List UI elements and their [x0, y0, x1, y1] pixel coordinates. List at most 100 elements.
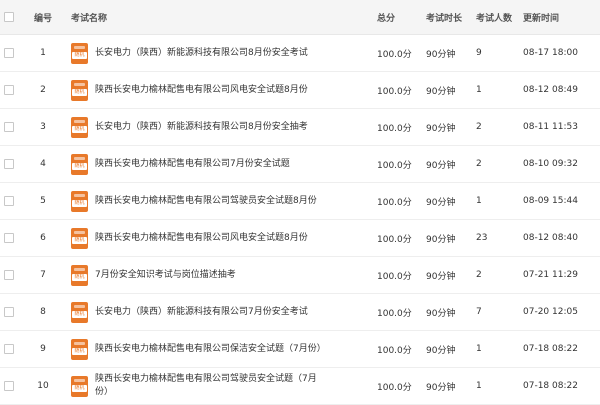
row-checkbox-cell — [0, 146, 18, 182]
row-checkbox-cell — [0, 109, 18, 145]
exam-paper-icon: 随机 — [71, 190, 88, 212]
row-score: 100.0分 — [377, 49, 412, 60]
row-name-cell: 随机 长安电力（陕西）新能源科技有限公司8月份安全考试 — [71, 35, 371, 71]
row-name-cell: 随机 陕西长安电力榆林配售电有限公司7月份安全试题 — [71, 146, 371, 182]
table-row[interactable]: 2 随机 陕西长安电力榆林配售电有限公司风电安全试题8月份 100.0分 90分钟 1 08… — [0, 72, 600, 109]
row-checkbox[interactable] — [4, 85, 14, 95]
row-checkbox[interactable] — [4, 48, 14, 58]
row-checkbox-cell — [0, 220, 18, 256]
table-row[interactable]: 1 随机 长安电力（陕西）新能源科技有限公司8月份安全考试 100.0分 90分钟 9 08… — [0, 35, 600, 72]
random-badge-label: 随机 — [72, 125, 87, 133]
exam-name-link[interactable]: 长安电力（陕西）新能源科技有限公司7月份安全考试 — [95, 306, 308, 319]
row-index: 6 — [40, 233, 46, 243]
exam-name-link[interactable]: 陕西长安电力榆林配售电有限公司风电安全试题8月份 — [95, 84, 308, 97]
exam-name-link[interactable]: 长安电力（陕西）新能源科技有限公司8月份安全考试 — [95, 47, 308, 60]
row-checkbox[interactable] — [4, 344, 14, 354]
row-updated: 07-21 11:29 — [523, 270, 578, 280]
row-index: 8 — [40, 307, 46, 317]
row-score: 100.0分 — [377, 271, 412, 282]
row-name-cell: 随机 长安电力（陕西）新能源科技有限公司8月份安全抽考 — [71, 109, 371, 145]
row-duration: 90分钟 — [426, 123, 456, 134]
row-score: 100.0分 — [377, 197, 412, 208]
row-updated: 07-20 12:05 — [523, 307, 578, 317]
row-updated: 08-17 18:00 — [523, 48, 578, 58]
row-duration: 90分钟 — [426, 197, 456, 208]
exam-name-link[interactable]: 陕西长安电力榆林配售电有限公司驾驶员安全试题8月份 — [95, 195, 317, 208]
row-updated: 08-12 08:49 — [523, 85, 578, 95]
row-updated: 08-09 15:44 — [523, 196, 578, 206]
row-index: 10 — [37, 381, 49, 391]
table-row[interactable]: 7 随机 7月份安全知识考试与岗位描述抽考 100.0分 90分钟 2 07-21 11:2… — [0, 257, 600, 294]
row-count: 2 — [476, 159, 482, 169]
row-index: 4 — [40, 159, 46, 169]
row-index: 3 — [40, 122, 46, 132]
random-badge-label: 随机 — [72, 88, 87, 96]
row-duration: 90分钟 — [426, 160, 456, 171]
row-duration: 90分钟 — [426, 271, 456, 282]
exam-paper-icon: 随机 — [71, 264, 88, 286]
random-badge-label: 随机 — [72, 236, 87, 244]
header-score[interactable]: 总分 — [377, 0, 427, 34]
exam-name-link[interactable]: 7月份安全知识考试与岗位描述抽考 — [95, 269, 236, 282]
row-checkbox[interactable] — [4, 270, 14, 280]
exam-paper-icon: 随机 — [71, 79, 88, 101]
row-checkbox[interactable] — [4, 381, 14, 391]
table-row[interactable]: 10 随机 陕西长安电力榆林配售电有限公司驾驶员安全试题（7月份） 100.0分 90分… — [0, 368, 600, 405]
random-badge-label: 随机 — [72, 199, 87, 207]
table-row[interactable]: 3 随机 长安电力（陕西）新能源科技有限公司8月份安全抽考 100.0分 90分钟 2 08… — [0, 109, 600, 146]
row-checkbox-cell — [0, 294, 18, 330]
header-count[interactable]: 考试人数 — [476, 0, 516, 34]
table-row[interactable]: 4 随机 陕西长安电力榆林配售电有限公司7月份安全试题 100.0分 90分钟 2 08-1… — [0, 146, 600, 183]
row-index: 2 — [40, 85, 46, 95]
random-badge-label: 随机 — [72, 51, 87, 59]
row-count: 1 — [476, 85, 482, 95]
row-index: 7 — [40, 270, 46, 280]
row-updated: 08-11 11:53 — [523, 122, 578, 132]
exam-name-link[interactable]: 长安电力（陕西）新能源科技有限公司8月份安全抽考 — [95, 121, 308, 134]
row-count: 7 — [476, 307, 482, 317]
row-duration: 90分钟 — [426, 345, 456, 356]
exam-name-link[interactable]: 陕西长安电力榆林配售电有限公司保洁安全试题（7月份） — [95, 343, 326, 356]
exam-name-link[interactable]: 陕西长安电力榆林配售电有限公司风电安全试题8月份 — [95, 232, 308, 245]
row-duration: 90分钟 — [426, 86, 456, 97]
exam-paper-icon: 随机 — [71, 375, 88, 397]
header-name[interactable]: 考试名称 — [71, 0, 371, 34]
row-duration: 90分钟 — [426, 308, 456, 319]
exam-name-link[interactable]: 陕西长安电力榆林配售电有限公司7月份安全试题 — [95, 158, 290, 171]
exam-name-link[interactable]: 陕西长安电力榆林配售电有限公司驾驶员安全试题（7月份） — [95, 373, 327, 399]
table-row[interactable]: 9 随机 陕西长安电力榆林配售电有限公司保洁安全试题（7月份） 100.0分 90分钟 1… — [0, 331, 600, 368]
row-score: 100.0分 — [377, 345, 412, 356]
table-row[interactable]: 8 随机 长安电力（陕西）新能源科技有限公司7月份安全考试 100.0分 90分钟 7 07… — [0, 294, 600, 331]
random-badge-label: 随机 — [72, 162, 87, 170]
row-checkbox-cell — [0, 183, 18, 219]
row-updated: 08-10 09:32 — [523, 159, 578, 169]
row-index: 1 — [40, 48, 46, 58]
random-badge-label: 随机 — [72, 347, 87, 355]
row-score: 100.0分 — [377, 160, 412, 171]
row-count: 1 — [476, 196, 482, 206]
row-checkbox-cell — [0, 331, 18, 367]
table-row[interactable]: 6 随机 陕西长安电力榆林配售电有限公司风电安全试题8月份 100.0分 90分钟 23 0… — [0, 220, 600, 257]
row-checkbox[interactable] — [4, 196, 14, 206]
row-count: 2 — [476, 270, 482, 280]
exam-paper-icon: 随机 — [71, 153, 88, 175]
random-badge-label: 随机 — [72, 310, 87, 318]
row-checkbox[interactable] — [4, 233, 14, 243]
table-row[interactable]: 5 随机 陕西长安电力榆林配售电有限公司驾驶员安全试题8月份 100.0分 90分钟 1 0… — [0, 183, 600, 220]
header-updated[interactable]: 更新时间 — [523, 0, 600, 34]
row-checkbox-cell — [0, 35, 18, 71]
row-name-cell: 随机 陕西长安电力榆林配售电有限公司风电安全试题8月份 — [71, 72, 371, 108]
header-checkbox-cell — [0, 0, 18, 34]
table-header: 编号 考试名称 总分 考试时长 考试人数 更新时间 — [0, 0, 600, 35]
row-checkbox[interactable] — [4, 122, 14, 132]
row-checkbox[interactable] — [4, 307, 14, 317]
header-index[interactable]: 编号 — [24, 0, 62, 34]
select-all-checkbox[interactable] — [4, 12, 14, 22]
exam-paper-icon: 随机 — [71, 42, 88, 64]
header-duration[interactable]: 考试时长 — [426, 0, 470, 34]
row-score: 100.0分 — [377, 382, 412, 393]
random-badge-label: 随机 — [72, 384, 87, 392]
row-score: 100.0分 — [377, 123, 412, 134]
row-name-cell: 随机 陕西长安电力榆林配售电有限公司保洁安全试题（7月份） — [71, 331, 371, 367]
row-checkbox[interactable] — [4, 159, 14, 169]
